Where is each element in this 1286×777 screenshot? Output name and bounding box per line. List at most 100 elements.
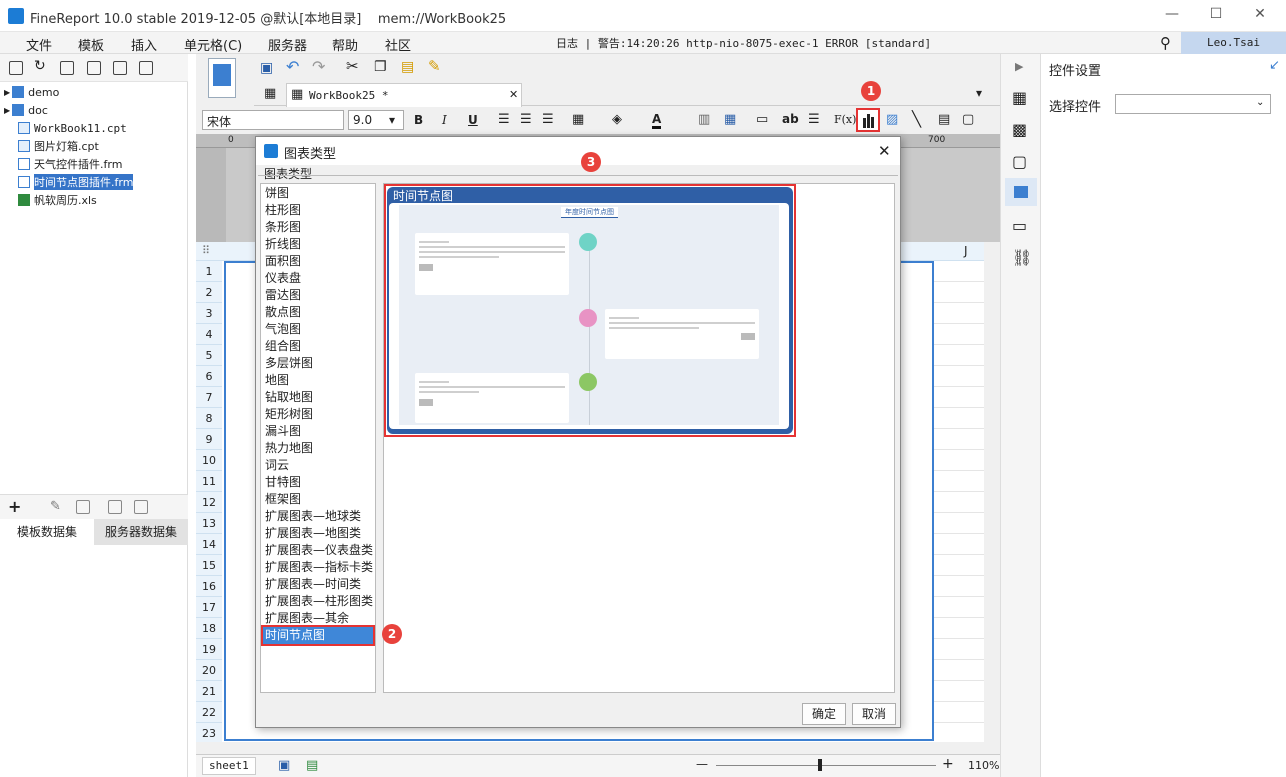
tab-menu-icon[interactable]: ▾ [976, 86, 982, 100]
zoom-out-button[interactable]: — [696, 757, 708, 771]
tab-template-dataset[interactable]: 模板数据集 [0, 519, 94, 545]
row-header[interactable]: 11 [196, 471, 222, 492]
underline-button[interactable]: U [468, 113, 478, 127]
text-button[interactable]: ab [782, 112, 799, 126]
user-name[interactable]: Leo.Tsai [1181, 32, 1286, 54]
merge-icon[interactable]: ▥ [698, 112, 710, 127]
dataset-settings-icon[interactable] [134, 500, 148, 514]
chart-type-item[interactable]: 仪表盘 [263, 270, 373, 287]
chart-type-item[interactable]: 雷达图 [263, 287, 373, 304]
chart-type-item[interactable]: 扩展图表—柱形图类 [263, 593, 373, 610]
chart-type-item[interactable]: 气泡图 [263, 321, 373, 338]
row-header[interactable]: 3 [196, 303, 222, 324]
cut-icon[interactable]: ✂ [346, 57, 359, 75]
insert-image-icon[interactable]: ▨ [886, 112, 898, 127]
row-header[interactable]: 9 [196, 429, 222, 450]
row-header[interactable]: 17 [196, 597, 222, 618]
delete-dataset-icon[interactable] [76, 500, 90, 514]
menu-cell[interactable]: 单元格(C) [184, 35, 242, 54]
cancel-button[interactable]: 取消 [852, 703, 896, 725]
open-icon[interactable] [60, 61, 74, 75]
chart-type-item[interactable]: 折线图 [263, 236, 373, 253]
align-right-icon[interactable]: ☰ [542, 112, 554, 127]
zoom-slider-handle[interactable] [818, 759, 822, 771]
cell-element-icon[interactable]: ▩ [1012, 120, 1027, 139]
chart-type-item[interactable]: 框架图 [263, 491, 373, 508]
tab-workbook25[interactable]: ▦ WorkBook25 * ✕ [286, 83, 522, 107]
save-icon[interactable]: ▣ [260, 60, 273, 76]
slash-icon[interactable]: ╲ [912, 110, 921, 128]
chart-type-item[interactable]: 组合图 [263, 338, 373, 355]
chart-type-item[interactable]: 扩展图表—地图类 [263, 525, 373, 542]
cell-attr-icon[interactable]: ▦ [1012, 88, 1027, 107]
sheet-tab[interactable]: sheet1 [202, 757, 256, 775]
chart-type-item[interactable]: 饼图 [263, 185, 373, 202]
menu-help[interactable]: 帮助 [332, 35, 358, 54]
row-header[interactable]: 21 [196, 681, 222, 702]
log-status[interactable]: 日志 | 警告:14:20:26 http-nio-8075-exec-1 ER… [556, 35, 931, 51]
add-form-icon[interactable]: ▤ [306, 758, 318, 773]
grid-icon[interactable]: ▦ [264, 86, 276, 101]
subreport-icon[interactable]: ▤ [938, 112, 950, 127]
chart-type-item[interactable]: 扩展图表—仪表盘类 [263, 542, 373, 559]
chart-type-item[interactable]: 热力地图 [263, 440, 373, 457]
preview-dataset-icon[interactable] [108, 500, 122, 514]
row-header[interactable]: 8 [196, 408, 222, 429]
select-widget-dropdown[interactable]: ⌄ [1115, 94, 1271, 114]
close-window-button[interactable]: ✕ [1250, 6, 1270, 26]
link-icon[interactable]: ▭ [756, 112, 768, 127]
chart-type-item[interactable]: 散点图 [263, 304, 373, 321]
timeline-chart-option[interactable]: 时间节点图 年度时间节点图 [384, 184, 796, 437]
row-header[interactable]: 12 [196, 492, 222, 513]
add-dataset-icon[interactable]: + [8, 497, 21, 516]
undo-icon[interactable]: ↶ [286, 57, 299, 76]
delete-icon[interactable] [113, 61, 127, 75]
align-center-icon[interactable]: ☰ [520, 112, 532, 127]
chart-type-item[interactable]: 多层饼图 [263, 355, 373, 372]
minimize-button[interactable]: — [1162, 6, 1182, 26]
new-template-button[interactable] [208, 58, 236, 98]
bold-button[interactable]: B [414, 113, 423, 127]
row-header[interactable]: 2 [196, 282, 222, 303]
select-all-icon[interactable]: ⠿ [202, 244, 210, 257]
redo-icon[interactable]: ↷ [312, 57, 325, 76]
tree-item-weather[interactable]: 天气控件插件.frm [18, 155, 122, 173]
row-header[interactable]: 7 [196, 387, 222, 408]
chart-type-item[interactable]: 词云 [263, 457, 373, 474]
row-header[interactable]: 23 [196, 723, 222, 744]
row-header[interactable]: 5 [196, 345, 222, 366]
chart-type-item[interactable]: 甘特图 [263, 474, 373, 491]
float-element-icon[interactable]: ▢ [962, 112, 974, 127]
chart-type-item[interactable]: 面积图 [263, 253, 373, 270]
table-icon[interactable]: ▦ [724, 112, 736, 127]
ok-button[interactable]: 确定 [802, 703, 846, 725]
row-header[interactable]: 6 [196, 366, 222, 387]
font-size-select[interactable]: 9.0 ▾ [348, 110, 404, 130]
row-header[interactable]: 22 [196, 702, 222, 723]
refresh-icon[interactable]: ↻ [34, 58, 46, 74]
border-icon[interactable]: ▦ [572, 112, 584, 127]
format-painter-icon[interactable]: ✎ [428, 57, 441, 75]
close-tab-icon[interactable]: ✕ [509, 88, 518, 101]
chart-type-item[interactable]: 扩展图表—地球类 [263, 508, 373, 525]
condition-icon[interactable]: ▭ [1012, 216, 1027, 235]
row-header[interactable]: 13 [196, 513, 222, 534]
row-header[interactable]: 10 [196, 450, 222, 471]
font-family-select[interactable]: 宋体 [202, 110, 344, 130]
chart-type-item[interactable]: 扩展图表—时间类 [263, 576, 373, 593]
row-header[interactable]: 15 [196, 555, 222, 576]
paste-icon[interactable]: ▤ [401, 59, 414, 75]
formula-button[interactable]: F(x) [834, 113, 856, 126]
menu-file[interactable]: 文件 [26, 35, 52, 54]
fill-color-icon[interactable]: ◈ [612, 112, 622, 127]
maximize-button[interactable]: ☐ [1206, 6, 1226, 26]
chart-type-item[interactable]: 条形图 [263, 219, 373, 236]
menu-template[interactable]: 模板 [78, 35, 104, 54]
widget-settings-tab[interactable] [1005, 178, 1037, 206]
settings-icon[interactable] [87, 61, 101, 75]
tree-item-demo[interactable]: ▶ demo [4, 83, 59, 101]
chart-type-item[interactable]: 钻取地图 [263, 389, 373, 406]
tree-item-calendar[interactable]: 帆软周历.xls [18, 191, 97, 209]
chart-type-list[interactable]: 饼图 柱形图 条形图 折线图 面积图 仪表盘 雷达图 散点图 气泡图 组合图 多层饼图 地图 钻取地图矩… [260, 183, 376, 693]
search-icon[interactable]: ⚲ [1160, 34, 1171, 52]
